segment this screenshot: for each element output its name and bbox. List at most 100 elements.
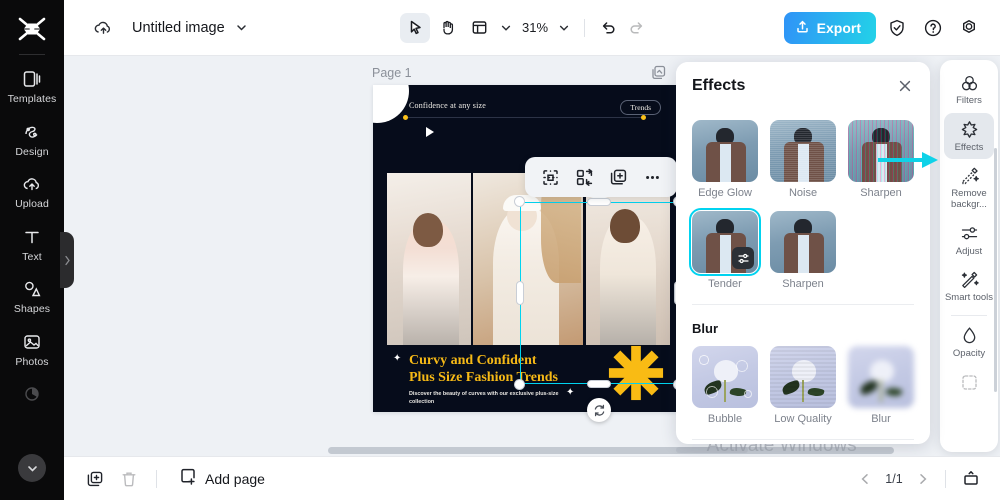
bottom-toolbar: Add page 1/1 [64, 456, 1000, 500]
add-page-button[interactable]: Add page [179, 467, 265, 490]
effect-thumbnail [770, 120, 836, 182]
sidebar-item-label: Shapes [13, 303, 51, 315]
sidebar-item-label: Upload [15, 198, 49, 210]
rotate-handle-icon[interactable] [587, 398, 611, 422]
replace-icon[interactable] [569, 162, 599, 192]
sidebar-item-effects[interactable]: Effects [944, 112, 994, 160]
page-label: Page 1 [372, 66, 412, 80]
effect-thumbnail [692, 346, 758, 408]
shield-check-icon[interactable] [882, 13, 912, 43]
layout-chevron-down-icon[interactable] [496, 14, 516, 42]
decorative-dot [641, 115, 646, 120]
decorative-star-icon: ✦ [566, 387, 575, 398]
toolbar-divider [945, 469, 946, 488]
panel-collapse-handle[interactable] [60, 232, 74, 288]
effect-thumbnail [689, 208, 761, 276]
effect-item[interactable]: Sharpen [770, 211, 836, 290]
effect-item[interactable]: Low Quality [770, 346, 836, 425]
toolbar-divider [584, 18, 585, 37]
scrollbar-thumb[interactable] [676, 447, 748, 453]
duplicate-page-button[interactable] [80, 464, 110, 494]
top-toolbar: Untitled image 31% Export [64, 0, 1000, 56]
document-title[interactable]: Untitled image [132, 20, 225, 36]
resize-handle-left[interactable] [516, 281, 524, 305]
fit-screen-button[interactable] [956, 464, 986, 494]
capcut-logo-icon[interactable] [12, 10, 52, 48]
sidebar-item-adjust[interactable]: Adjust [944, 217, 994, 264]
crop-icon[interactable] [535, 162, 565, 192]
duplicate-page-icon[interactable] [650, 64, 668, 82]
export-upload-icon [795, 19, 810, 37]
delete-page-button[interactable] [114, 464, 144, 494]
more-options-icon[interactable] [637, 162, 667, 192]
effect-item[interactable]: Blur [848, 346, 914, 425]
color-drop-icon [21, 383, 43, 405]
hand-tool-button[interactable] [432, 13, 462, 43]
adjust-sliders-icon[interactable] [732, 247, 754, 269]
photos-icon [21, 331, 43, 353]
effect-item-tender[interactable]: Tender [689, 208, 761, 290]
select-tool-button[interactable] [400, 12, 430, 43]
zoom-level-value[interactable]: 31% [518, 20, 552, 35]
effect-thumbnail [692, 120, 758, 182]
sidebar-item-crop[interactable] [944, 365, 994, 401]
panel-horizontal-scrollbar[interactable] [676, 447, 930, 453]
effects-panel: Edge Glow Noise Sharpen Tender Sharpen B… [676, 62, 930, 444]
resize-handle-top-left[interactable] [514, 196, 525, 207]
sidebar-item-filters[interactable]: Filters [944, 66, 994, 113]
chevron-left-icon[interactable] [853, 467, 877, 491]
sidebar-item-remove-background[interactable]: Remove backgr... [944, 159, 994, 216]
duplicate-icon[interactable] [603, 162, 633, 192]
decorative-play-triangle [426, 127, 434, 137]
decorative-star-icon: ✦ [393, 353, 402, 364]
resize-handle-top[interactable] [587, 198, 611, 206]
effects-panel-header: Effects [676, 62, 930, 110]
topbar-right-cluster: Export [783, 11, 984, 44]
resize-handle-bottom-left[interactable] [514, 379, 525, 390]
resize-handle-bottom[interactable] [587, 380, 611, 388]
sidebar-item-templates[interactable]: Templates [0, 59, 64, 112]
layout-panel-button[interactable] [464, 13, 494, 43]
sidebar-item-colors[interactable] [0, 374, 64, 416]
sidebar-item-label: Adjust [955, 245, 983, 257]
chevron-down-icon[interactable] [235, 21, 248, 34]
settings-gear-icon[interactable] [954, 13, 984, 43]
section-divider [692, 439, 914, 440]
sidebar-item-upload[interactable]: Upload [0, 164, 64, 217]
design-icon [21, 121, 43, 143]
sidebar-item-photos[interactable]: Photos [0, 322, 64, 375]
export-button-label: Export [816, 19, 861, 36]
filters-icon [959, 73, 979, 93]
selection-frame[interactable] [514, 196, 684, 422]
effect-label: Edge Glow [698, 187, 752, 199]
object-floating-toolbar [525, 157, 677, 197]
canvas-tool-cluster: 31% [400, 12, 649, 43]
chevron-right-icon[interactable] [911, 467, 935, 491]
sidebar-item-design[interactable]: Design [0, 112, 64, 165]
effect-label: Tender [708, 278, 742, 290]
effect-item[interactable]: Bubble [692, 346, 758, 425]
undo-button[interactable] [595, 15, 621, 41]
export-button[interactable]: Export [783, 11, 876, 44]
effects-row-two: Tender Sharpen [689, 208, 914, 290]
sidebar-item-shapes[interactable]: Shapes [0, 269, 64, 322]
sidebar-item-label: Remove backgr... [951, 188, 987, 210]
redo-button[interactable] [623, 15, 649, 41]
help-circle-icon[interactable] [918, 13, 948, 43]
sidebar-item-smart-tools[interactable]: Smart tools [944, 263, 994, 310]
cloud-upload-icon[interactable] [92, 17, 114, 39]
annotation-arrow-icon [878, 152, 938, 168]
capcut-image-editor: Templates Design Upload Text Shapes Phot… [0, 0, 1000, 500]
effect-label: Sharpen [860, 187, 902, 199]
sidebar-expand-button[interactable] [18, 454, 46, 482]
effect-label: Noise [788, 187, 818, 199]
shapes-icon [21, 278, 43, 300]
effect-item[interactable]: Noise [770, 120, 836, 199]
effect-item[interactable]: Edge Glow [692, 120, 758, 199]
sidebar-item-opacity[interactable]: Opacity [944, 319, 994, 366]
right-rail-scrollbar[interactable] [994, 148, 997, 392]
sidebar-item-text[interactable]: Text [0, 217, 64, 270]
zoom-chevron-down-icon[interactable] [554, 14, 574, 42]
close-icon[interactable] [894, 75, 916, 97]
sidebar-item-label: Design [15, 145, 49, 158]
